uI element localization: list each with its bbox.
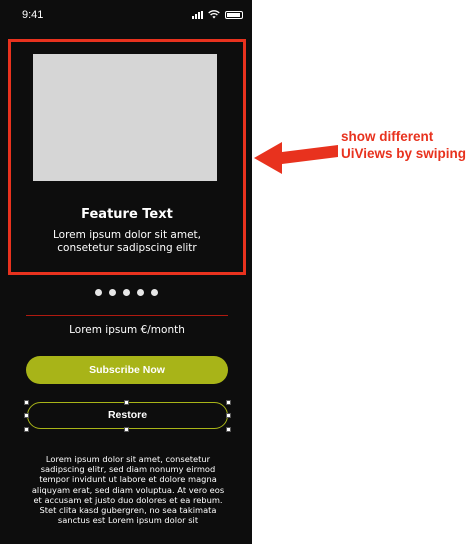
- selection-handle: [24, 413, 29, 418]
- selection-handle: [124, 427, 129, 432]
- page-dot[interactable]: [136, 289, 144, 296]
- status-time: 9:41: [22, 9, 44, 21]
- annotation-note: show different UiViews by swiping: [341, 128, 473, 162]
- divider: [26, 315, 228, 316]
- annotation-line-2: UiViews by swiping: [341, 146, 467, 161]
- page-dot[interactable]: [150, 289, 158, 296]
- selection-handle: [24, 427, 29, 432]
- legal-text: Lorem ipsum dolor sit amet, consetetur s…: [31, 454, 225, 526]
- signal-icon: [192, 10, 203, 19]
- selection-handle: [226, 427, 231, 432]
- status-bar: 9:41: [0, 0, 252, 30]
- selection-handle: [226, 400, 231, 405]
- feature-description: Lorem ipsum dolor sit amet, consetetur s…: [53, 229, 201, 254]
- page-indicator[interactable]: [0, 289, 252, 296]
- selection-handle: [24, 400, 29, 405]
- subscribe-button[interactable]: Subscribe Now: [26, 356, 228, 384]
- restore-button[interactable]: Restore: [27, 402, 228, 429]
- annotation-line-1: show different: [341, 129, 434, 144]
- wifi-icon: [208, 10, 220, 19]
- page-dot[interactable]: [122, 289, 130, 296]
- annotation-arrow-icon: [254, 142, 338, 174]
- feature-image-placeholder: [33, 54, 217, 181]
- battery-icon: [225, 10, 243, 19]
- page-dot[interactable]: [94, 289, 102, 296]
- phone-screen: 9:41 Feature Text Lorem ipsum dolor sit …: [0, 0, 252, 544]
- page-dot[interactable]: [108, 289, 116, 296]
- price-label: Lorem ipsum €/month: [69, 324, 185, 336]
- status-icons: [192, 10, 243, 19]
- feature-title: Feature Text: [81, 207, 173, 222]
- selection-handle: [226, 413, 231, 418]
- selection-handle: [124, 400, 129, 405]
